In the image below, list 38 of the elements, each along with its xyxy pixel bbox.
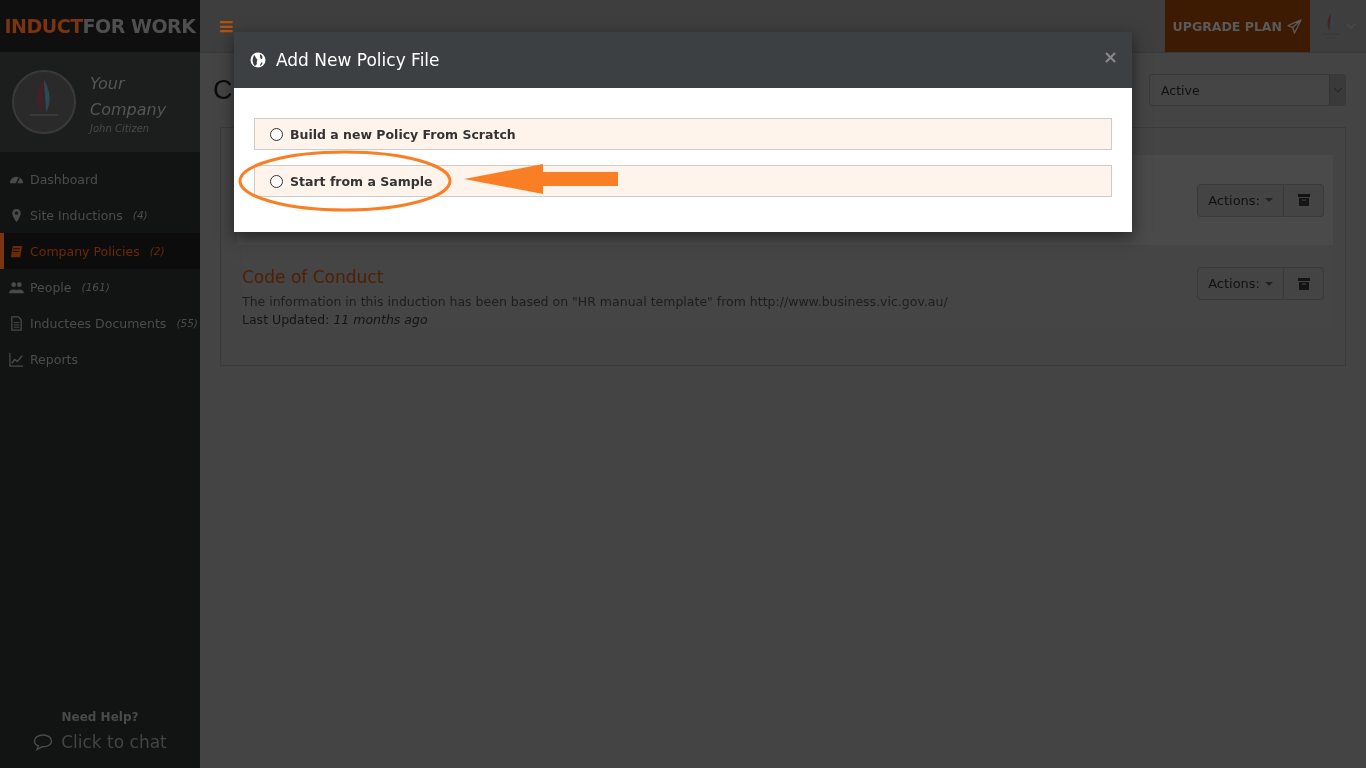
people-icon [9,279,24,295]
map-pin-icon [9,207,24,223]
upgrade-plan-button[interactable]: UPGRADE PLAN [1164,0,1310,52]
help-heading: Need Help? [61,710,139,724]
nav-item[interactable]: People (161) [0,269,200,305]
company-name: Your Company [90,72,168,121]
close-button[interactable]: × [1102,45,1118,67]
option-row[interactable]: Start from a Sample [254,165,1112,197]
modal-title: Add New Policy File [276,50,440,70]
item-count: (161) [81,281,110,293]
nav-item[interactable]: Site Inductions (4) [0,197,200,233]
book-icon [9,243,24,259]
radio-button[interactable] [270,174,283,188]
nav-item[interactable]: Reports [0,341,200,377]
page-title: C [213,74,233,107]
globe-icon [250,52,266,68]
nav-item[interactable]: Dashboard [0,161,200,197]
company-logo-drawing [12,70,76,134]
archive-box-icon [1297,194,1310,206]
brand-logo: INDUCTFOR WORK [0,0,200,52]
radio-button[interactable] [270,127,283,141]
caret-icon [1265,198,1273,202]
archive-button[interactable] [1284,183,1324,217]
line-chart-icon [9,351,24,367]
item-count: (55) [176,317,198,329]
paper-plane-icon [1287,18,1302,34]
policy-title[interactable]: Code of Conduct [242,267,948,287]
archive-box-icon [1297,277,1310,290]
menu-icon[interactable]: ≡ [218,14,235,38]
archive-button[interactable] [1284,267,1324,300]
document-icon [9,315,24,331]
chat-bubble-icon [33,733,54,751]
item-count: (2) [149,245,165,257]
nav-item[interactable]: Company Policies (2) [0,233,200,269]
option-row[interactable]: Build a new Policy From Scratch [254,118,1112,150]
nav-item[interactable]: Inductees Documents (55) [0,305,200,341]
caret-icon [1265,281,1273,286]
item-count: (4) [132,209,148,221]
